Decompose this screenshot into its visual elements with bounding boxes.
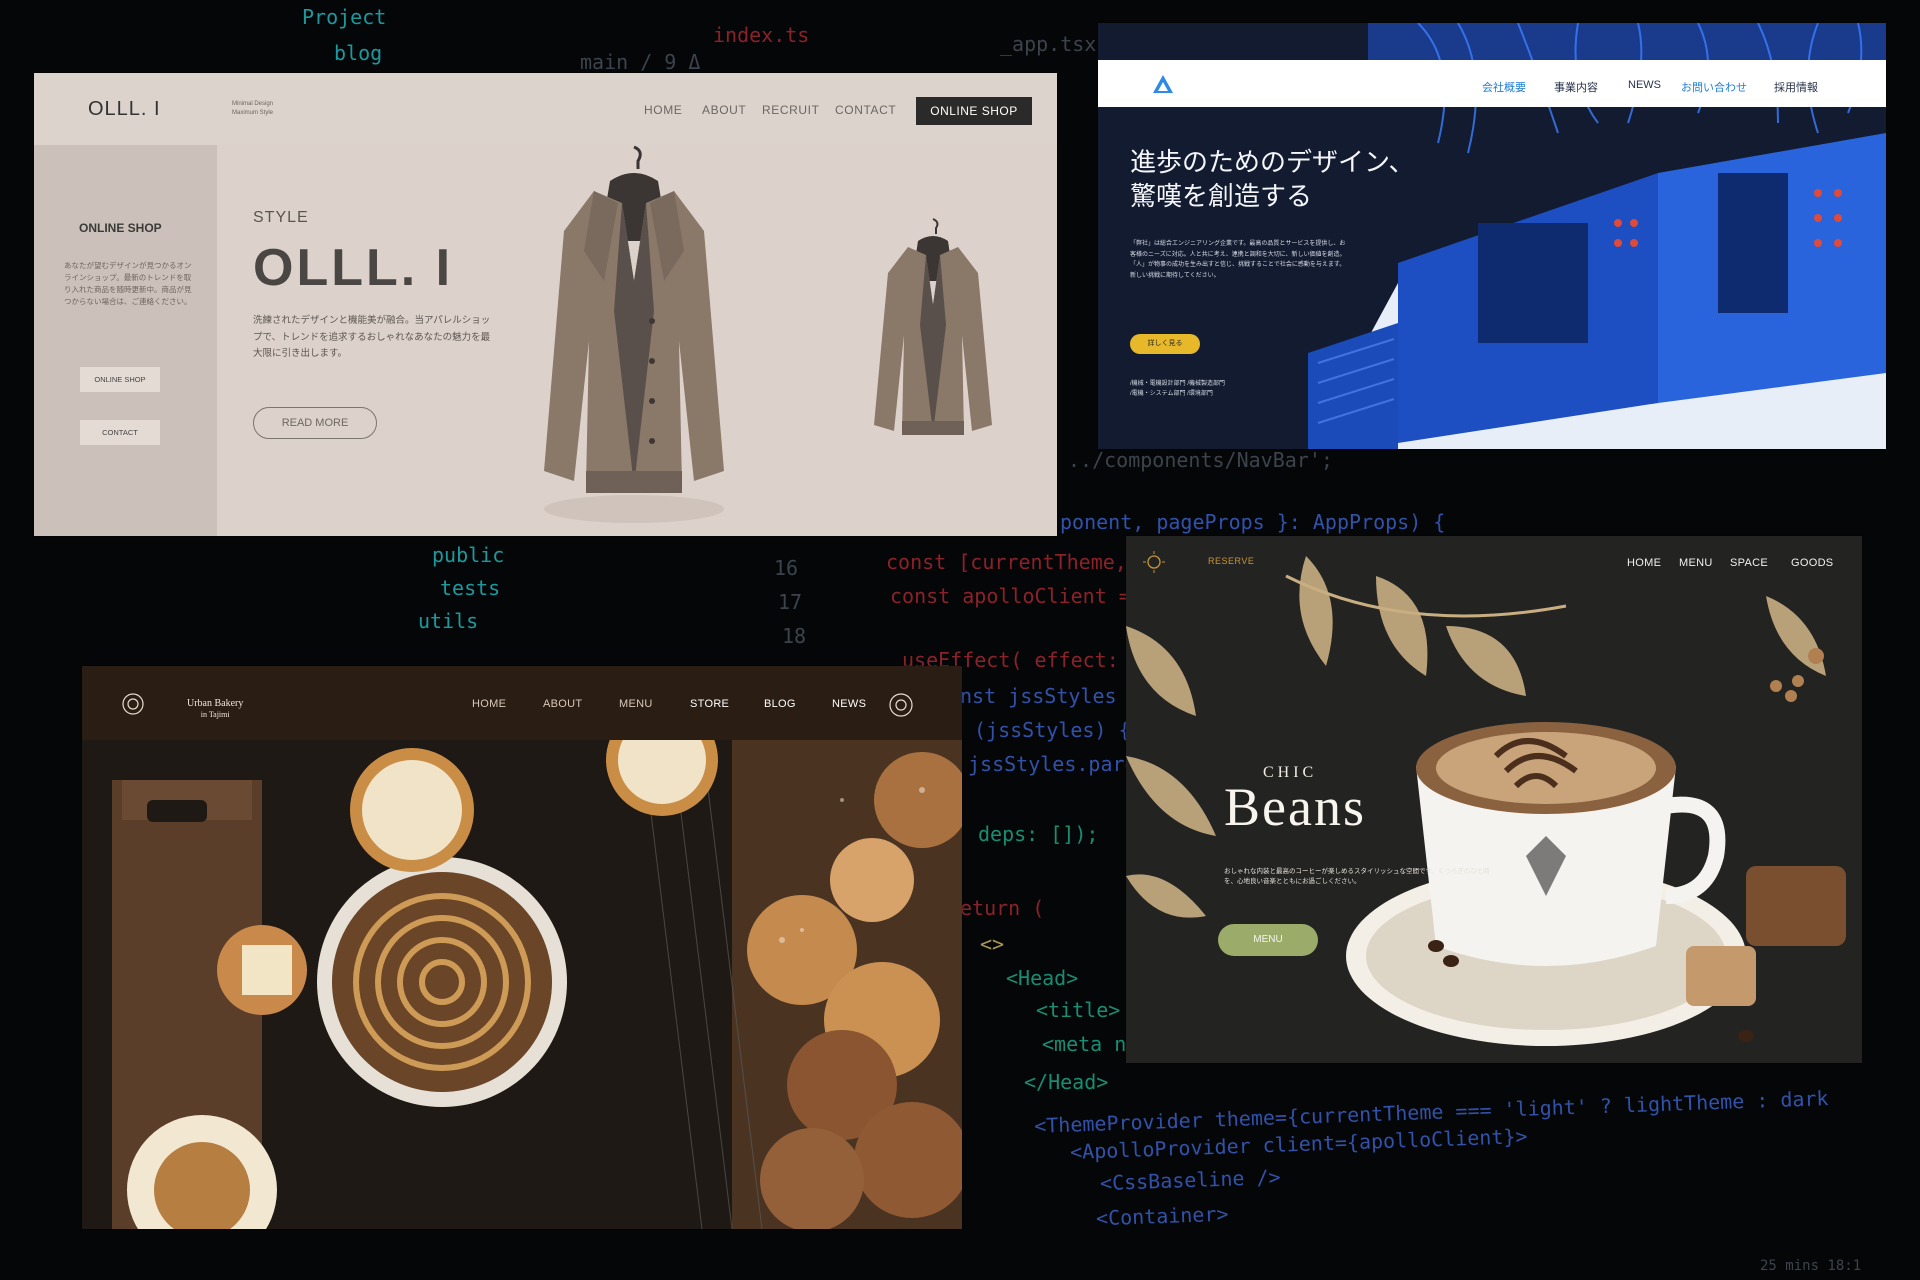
code-line: Project — [302, 5, 387, 29]
bakery-site-card[interactable]: Urban Bakery in Tajimi HOME ABOUT MENU S… — [82, 666, 962, 1229]
coffee-site-card[interactable]: RESERVE HOME MENU SPACE GOODS CHIC Beans… — [1126, 536, 1862, 1063]
nav-business[interactable]: 事業内容 — [1554, 79, 1598, 95]
code-line: _app.tsx — [1000, 32, 1097, 56]
status-bar-text: 25 mins 18:1 — [1760, 1258, 1862, 1274]
nav-home[interactable]: HOME — [644, 103, 682, 117]
nav-news[interactable]: NEWS — [832, 698, 866, 710]
logo-line: in Tajimi — [200, 710, 230, 719]
sidebar-contact-button[interactable]: CONTACT — [80, 420, 160, 445]
nav-contact[interactable]: お問い合わせ — [1681, 79, 1747, 95]
menu-button[interactable]: MENU — [1218, 924, 1318, 956]
department-list: /機械・電機設計部門 /機械製造部門 /電機・システム部門 /環境部門 — [1130, 379, 1225, 399]
hero-description: 「弊社」は総合エンジニアリング企業です。最高の品質とサービスを提供し、お客様のニ… — [1130, 241, 1346, 279]
code-line: <Container> — [1095, 1201, 1229, 1231]
clock-icon[interactable] — [122, 693, 144, 715]
triangle-logo-icon[interactable] — [1152, 73, 1174, 95]
nav-menu[interactable]: MENU — [1679, 557, 1713, 569]
code-line: <meta n — [1042, 1032, 1127, 1056]
olll-sidebar — [34, 145, 217, 536]
code-line: public — [432, 543, 505, 567]
olll-tagline: Minimal Design Maximum Style — [232, 100, 292, 118]
code-line: const apolloClient = — [890, 584, 1131, 608]
nav-company-overview[interactable]: 会社概要 — [1482, 79, 1526, 95]
learn-more-button[interactable]: 詳しく見る — [1130, 334, 1200, 354]
code-line: deps: []); — [978, 822, 1099, 846]
read-more-button[interactable]: READ MORE — [253, 407, 377, 439]
nav-goods[interactable]: GOODS — [1791, 557, 1833, 569]
code-line: main / 9 Δ — [580, 50, 701, 74]
code-line: <title> — [1036, 998, 1121, 1022]
code-line: index.ts — [713, 23, 810, 47]
nav-store[interactable]: STORE — [690, 698, 729, 710]
line-number: 16 — [774, 556, 799, 580]
nav-about[interactable]: ABOUT — [543, 698, 582, 710]
headline-line: 進歩のためのデザイン、 — [1130, 147, 1415, 177]
hero-eyebrow: STYLE — [253, 209, 309, 226]
code-line: ponent, pageProps }: AppProps) { — [1060, 510, 1446, 534]
tagline-line: Maximum Style — [232, 110, 274, 116]
sidebar-title: ONLINE SHOP — [79, 221, 162, 235]
code-line: utils — [418, 609, 479, 633]
nav-menu[interactable]: MENU — [619, 698, 653, 710]
code-line: </Head> — [1024, 1070, 1109, 1094]
nav-contact[interactable]: CONTACT — [835, 103, 896, 117]
code-line: blog — [334, 41, 383, 65]
sidebar-online-shop-button[interactable]: ONLINE SHOP — [80, 367, 160, 392]
nav-about[interactable]: ABOUT — [702, 103, 746, 117]
pastry-spread-image — [82, 740, 962, 1229]
code-line: ../components/NavBar'; — [1068, 448, 1333, 472]
logo-line: Urban Bakery — [187, 698, 244, 709]
code-line: <CssBaseline /> — [1099, 1164, 1281, 1196]
sidebar-text: あなたが望むデザインが見つかるオンラインショップ。最新のトレンドを取り入れた商品… — [64, 261, 192, 306]
olll-logo[interactable]: OLLL. I — [88, 98, 161, 121]
nav-recruit[interactable]: RECRUIT — [762, 103, 820, 117]
nav-news[interactable]: NEWS — [1628, 79, 1661, 91]
olll-header — [34, 73, 1057, 145]
hero-title: Beans — [1224, 777, 1366, 837]
bakery-logo[interactable]: Urban Bakery in Tajimi — [187, 698, 243, 720]
nav-space[interactable]: SPACE — [1730, 557, 1768, 569]
hero-description: おしゃれな内装と最高のコーヒーが楽しめるスタイリッシュな空間です。くつろぎのひと… — [1224, 868, 1490, 885]
headline-line: 驚嘆を創造する — [1130, 181, 1313, 211]
department-item[interactable]: /電機・システム部門 /環境部門 — [1130, 389, 1225, 399]
code-line: const [currentTheme, — [886, 550, 1127, 574]
olll-apparel-site-card[interactable]: OLLL. I Minimal Design Maximum Style HOM… — [34, 73, 1057, 536]
hero-heading: OLLL. I — [253, 239, 454, 297]
tagline-line: Minimal Design — [232, 101, 274, 107]
line-number: 18 — [782, 624, 807, 648]
code-line: jssStyles.pare — [968, 752, 1137, 776]
nav-recruit[interactable]: 採用情報 — [1774, 79, 1818, 95]
code-line: <Head> — [1006, 966, 1079, 990]
department-item[interactable]: /機械・電機設計部門 /機械製造部門 — [1130, 379, 1225, 389]
nav-home[interactable]: HOME — [1627, 557, 1661, 569]
nav-blog[interactable]: BLOG — [764, 698, 796, 710]
hero-headline: 進歩のためのデザイン、 驚嘆を創造する — [1130, 145, 1440, 213]
engineering-site-card[interactable]: 会社概要 事業内容 NEWS お問い合わせ 採用情報 進歩のためのデザイン、 驚… — [1098, 23, 1886, 449]
code-line: nst jssStyles — [960, 684, 1117, 708]
code-line: <> — [980, 932, 1005, 956]
online-shop-button[interactable]: ONLINE SHOP — [916, 97, 1032, 125]
jacket-large-image — [544, 145, 724, 523]
code-line: (jssStyles) { — [974, 718, 1131, 742]
hero-description: 洗練されたデザインと機能美が融合。当アパレルショップで、トレンドを追求するおしゃ… — [253, 315, 491, 359]
jacket-small-image — [874, 218, 992, 435]
sun-logo-icon[interactable] — [1142, 550, 1166, 574]
code-line: tests — [440, 576, 501, 600]
line-number: 17 — [778, 590, 803, 614]
nav-home[interactable]: HOME — [472, 698, 506, 710]
code-line: eturn ( — [960, 896, 1045, 920]
clock-icon[interactable] — [889, 693, 913, 717]
reserve-link[interactable]: RESERVE — [1208, 556, 1254, 566]
